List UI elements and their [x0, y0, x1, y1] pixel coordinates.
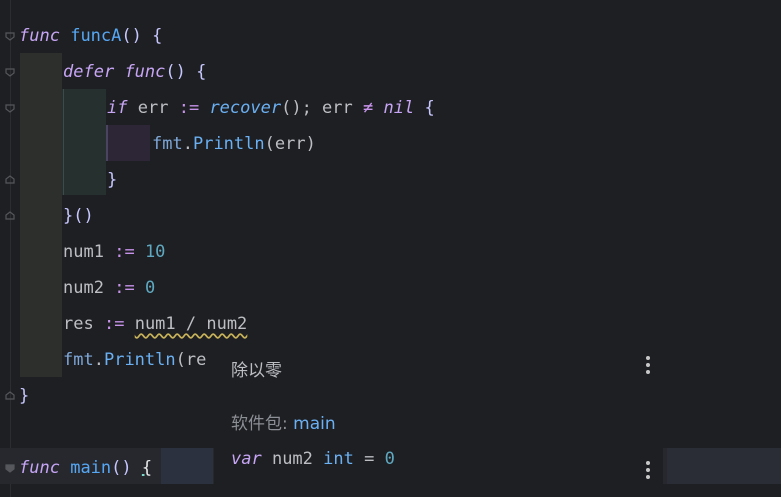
function-call: recover [209, 98, 282, 118]
code-line-12[interactable]: func main() { [19, 450, 152, 486]
package-label: 软件包: [231, 414, 294, 434]
brace-match-highlight [161, 448, 213, 484]
quick-documentation-popup[interactable]: 除以零 软件包: main var num2 int = 0 [214, 342, 663, 497]
fold-arrow-icon[interactable] [4, 30, 16, 42]
indent-guide-if-body [106, 125, 150, 161]
punctuation: } [107, 170, 118, 190]
indent-guide-defer-body [62, 89, 106, 195]
punctuation: () { [165, 62, 207, 82]
punctuation: (err) [264, 134, 316, 154]
keyword: defer [63, 62, 115, 82]
function-call: Println [103, 350, 176, 370]
number-literal: 10 [144, 242, 166, 262]
punctuation: (); [281, 98, 323, 118]
punctuation: } [19, 386, 30, 406]
package-name: fmt [63, 350, 94, 370]
code-line-6[interactable]: }() [63, 198, 94, 234]
punctuation: (re [175, 350, 207, 370]
function-call: Println [192, 134, 265, 154]
type-name: int [323, 449, 354, 469]
fold-arrow-icon[interactable] [4, 174, 16, 186]
division-by-zero-warning[interactable]: num1 / num2 [135, 314, 248, 334]
code-line-8[interactable]: num2 := 0 [63, 270, 155, 306]
operator: := [178, 98, 200, 118]
code-line-10[interactable]: fmt.Println(re [63, 342, 206, 378]
function-name: main [70, 458, 112, 478]
more-vertical-icon[interactable] [645, 461, 651, 483]
operator: := [103, 314, 125, 334]
indent-guide-func-body [20, 53, 62, 377]
operator: ≠ [363, 98, 374, 118]
popup-title: 除以零 [231, 361, 282, 381]
code-line-5[interactable]: } [107, 162, 117, 198]
package-name-link[interactable]: main [293, 414, 335, 434]
package-name: fmt [152, 134, 183, 154]
code-line-4[interactable]: fmt.Println(err) [152, 126, 316, 162]
code-line-2[interactable]: defer func() { [63, 54, 206, 90]
more-vertical-icon[interactable] [645, 356, 651, 378]
matched-brace: { [141, 458, 153, 478]
fold-arrow-icon[interactable] [4, 390, 16, 402]
code-line-7[interactable]: num1 := 10 [63, 234, 165, 270]
keyword: var [231, 449, 262, 469]
punctuation: }() [63, 206, 94, 226]
fold-arrow-icon[interactable] [4, 66, 16, 78]
inlay-hint-area [667, 448, 781, 484]
indent-guide-line [63, 89, 64, 195]
keyword: func [124, 62, 166, 82]
function-name: funcA [70, 26, 122, 46]
code-line-1[interactable]: func funcA() { [19, 18, 162, 54]
number-literal: 0 [384, 449, 395, 469]
fold-arrow-icon[interactable] [4, 102, 16, 114]
code-line-3[interactable]: if err := recover(); err ≠ nil { [107, 90, 435, 126]
punctuation: { [424, 98, 435, 118]
identifier: err [322, 98, 353, 118]
keyword: func [19, 458, 60, 478]
fold-arrow-icon[interactable] [4, 462, 16, 474]
code-line-9[interactable]: res := num1 / num2 [63, 306, 247, 342]
operator: := [114, 242, 135, 262]
popup-declaration: var num2 int = 0 [231, 449, 395, 469]
punctuation: . [182, 134, 193, 154]
keyword: nil [383, 98, 415, 118]
operator: = [353, 449, 385, 469]
operator: := [114, 278, 135, 298]
punctuation: () { [121, 26, 163, 46]
indent-guide-line [106, 125, 108, 161]
number-literal: 0 [144, 278, 156, 298]
identifier: num1 [63, 242, 104, 262]
punctuation: () [111, 458, 142, 478]
identifier: num2 [261, 449, 324, 469]
identifier: err [137, 98, 169, 118]
popup-package-info: 软件包: main [231, 409, 336, 434]
code-line-11[interactable]: } [19, 378, 29, 414]
identifier: res [63, 314, 94, 334]
keyword: if [107, 98, 128, 118]
identifier: num2 [63, 278, 104, 298]
punctuation: . [93, 350, 104, 370]
fold-arrow-icon[interactable] [4, 210, 16, 222]
keyword: func [19, 26, 60, 46]
